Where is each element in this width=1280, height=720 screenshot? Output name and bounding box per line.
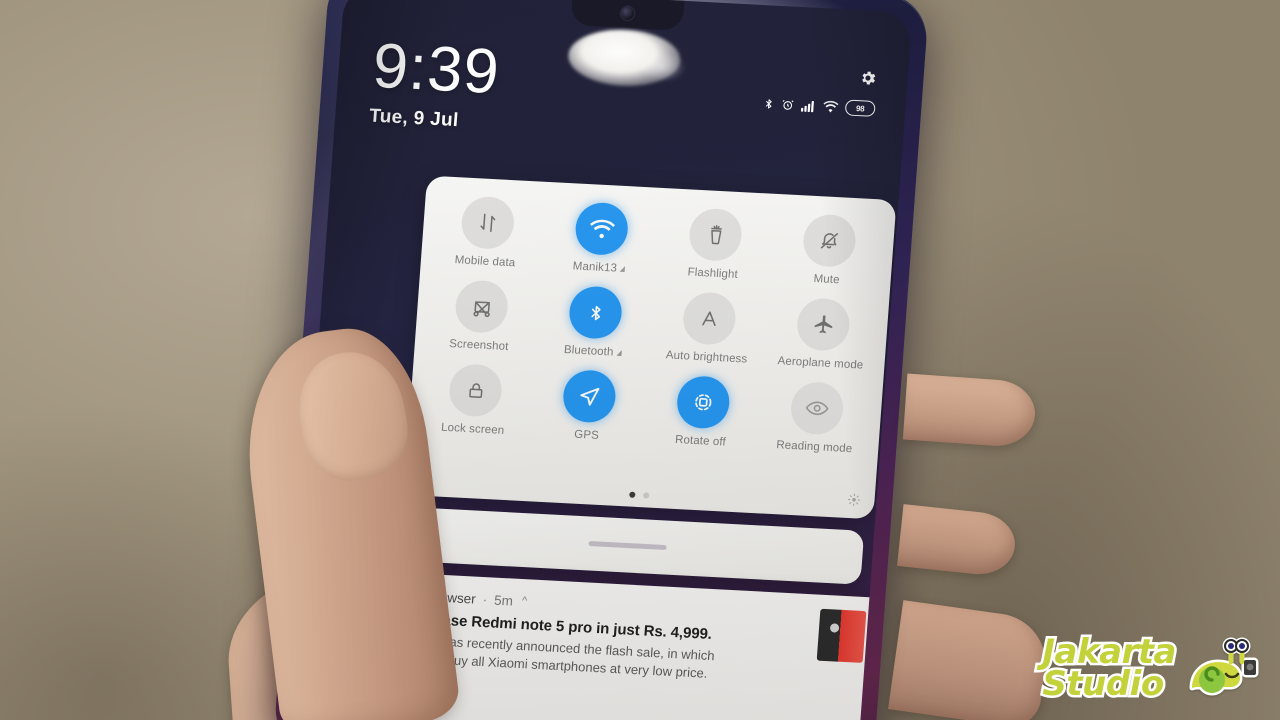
chevron-expand-icon[interactable]	[619, 265, 626, 273]
chevron-up-icon[interactable]: ^	[522, 595, 528, 607]
tile-screenshot[interactable]: Screenshot	[422, 276, 540, 366]
tile-lock-screen[interactable]: Lock screen	[415, 360, 533, 450]
mobile-data-icon	[459, 195, 516, 251]
tile-label: Bluetooth	[563, 343, 614, 359]
tile-bluetooth[interactable]: Bluetooth	[536, 282, 654, 372]
watermark-line-2: Studio	[1040, 664, 1167, 704]
screenshot-icon	[453, 279, 510, 334]
page-dot-1[interactable]	[629, 491, 636, 498]
wifi-icon	[573, 201, 630, 257]
page-indicator	[629, 491, 650, 499]
tile-label: Manik13	[572, 260, 618, 275]
lock-icon	[447, 363, 504, 418]
tile-mute[interactable]: Mute	[769, 210, 887, 300]
tile-label: Aeroplane mode	[777, 355, 864, 372]
brightness-slider[interactable]	[390, 506, 865, 585]
bluetooth-icon	[765, 98, 772, 109]
notification-time: 5m	[493, 592, 514, 609]
flashlight-icon	[687, 207, 744, 263]
page-dot-2[interactable]	[643, 492, 650, 499]
watermark: Jakarta Studio	[1040, 633, 1264, 704]
gear-icon[interactable]	[858, 68, 878, 88]
reading-mode-eye-icon	[789, 380, 846, 436]
watermark-text: Jakarta Studio	[1040, 633, 1179, 704]
tile-aeroplane-mode[interactable]: Aeroplane mode	[763, 294, 881, 384]
quick-settings-grid: Mobile data Manik13 Flashlight Mute Scre…	[415, 192, 887, 467]
tile-label: Auto brightness	[665, 349, 748, 366]
tile-auto-brightness[interactable]: Auto brightness	[649, 288, 767, 378]
notification-separator: ·	[482, 592, 488, 608]
snail-mascot-icon	[1189, 637, 1259, 696]
quick-settings-panel: Mobile data Manik13 Flashlight Mute Scre…	[403, 175, 897, 520]
tile-label: Flashlight	[687, 266, 739, 281]
tile-label: Mute	[813, 272, 840, 287]
tile-reading-mode[interactable]: Reading mode	[757, 377, 875, 467]
wifi-icon	[823, 100, 839, 112]
notch	[570, 0, 685, 31]
tile-rotate-off[interactable]: Rotate off	[643, 371, 761, 461]
signal-icon	[800, 100, 814, 112]
tile-gps[interactable]: GPS	[529, 365, 647, 455]
bluetooth-icon	[567, 285, 624, 340]
finger-index	[902, 373, 1038, 449]
tile-label: Lock screen	[440, 421, 505, 437]
gps-arrow-icon	[561, 369, 618, 424]
tile-label: Rotate off	[674, 433, 727, 449]
front-camera-icon	[620, 6, 635, 21]
tile-label: Reading mode	[775, 439, 853, 456]
brightness-icon[interactable]	[847, 493, 861, 512]
aeroplane-icon	[795, 297, 852, 352]
quick-settings-footer	[404, 480, 874, 511]
tile-label: GPS	[573, 428, 600, 442]
tile-flashlight[interactable]: Flashlight	[656, 204, 774, 294]
tile-wifi[interactable]: Manik13	[542, 198, 660, 288]
tile-label: Mobile data	[454, 254, 516, 270]
battery-icon: 98	[844, 99, 876, 117]
chevron-expand-icon[interactable]	[616, 349, 622, 356]
tile-mobile-data[interactable]: Mobile data	[428, 192, 546, 282]
notification-thumbnail	[816, 608, 867, 663]
status-bar-right: 98	[763, 63, 878, 117]
brightness-track[interactable]	[588, 540, 667, 551]
rotate-off-icon	[675, 375, 732, 430]
auto-brightness-icon	[681, 291, 738, 346]
battery-level: 98	[855, 103, 865, 113]
tile-label: Screenshot	[448, 337, 509, 354]
mute-bell-icon	[801, 213, 858, 269]
alarm-icon	[782, 99, 794, 110]
